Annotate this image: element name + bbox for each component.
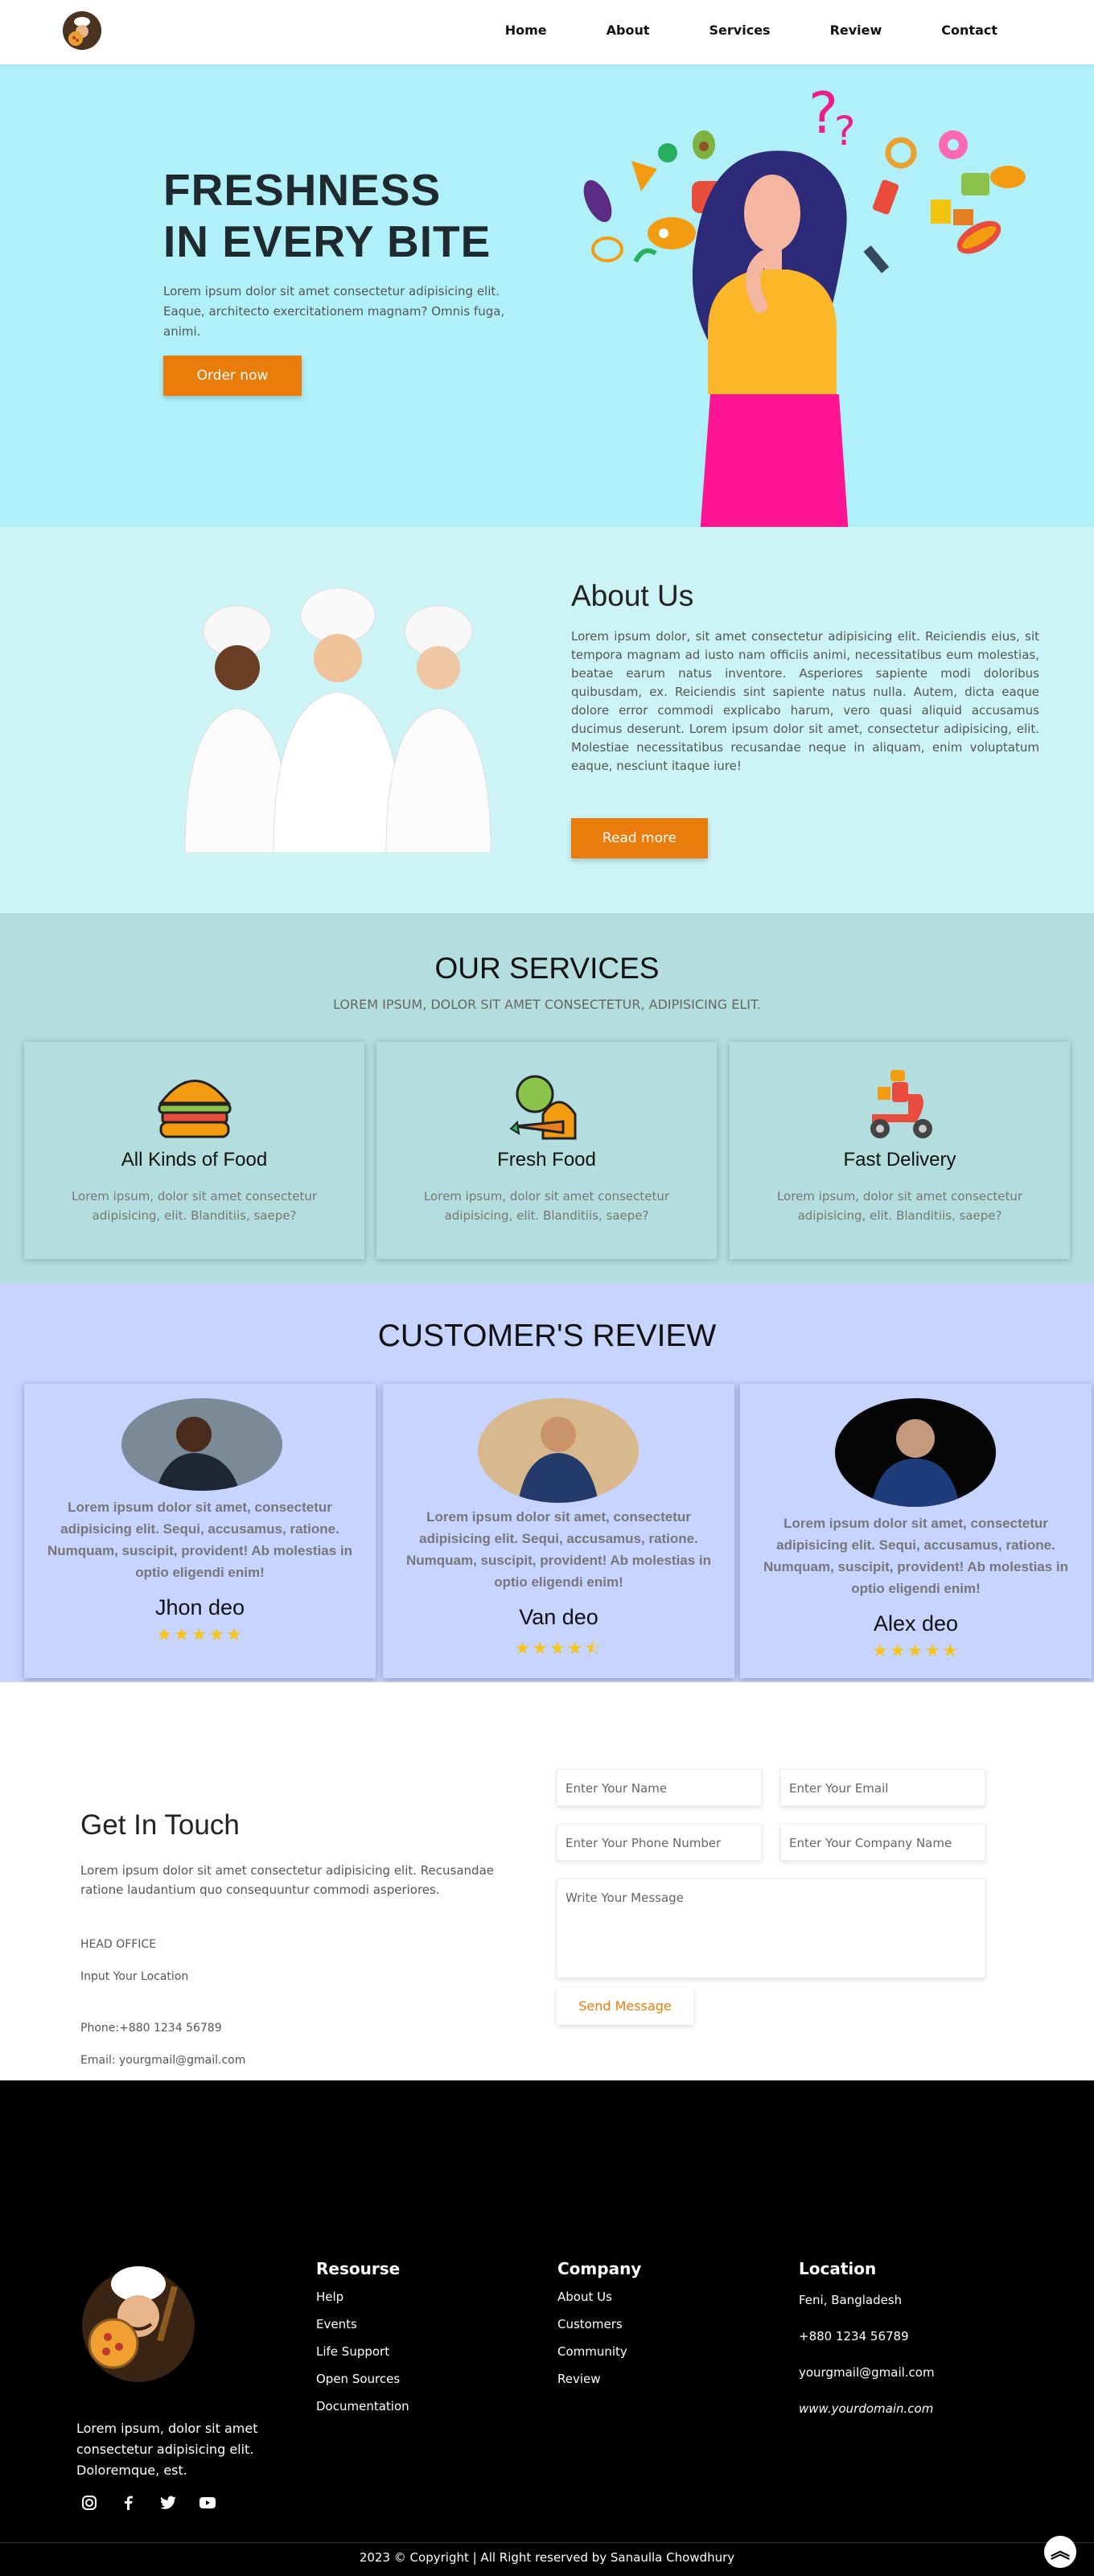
burger-icon — [158, 1080, 232, 1138]
service-text: Lorem ipsum, dolor sit amet consectetur … — [776, 1189, 1023, 1223]
copyright-text: 2023 © Copyright | All Right reserved by… — [359, 2550, 735, 2565]
hero-text: Lorem ipsum dolor sit amet consectetur a… — [163, 284, 505, 339]
service-card-delivery: Fast Delivery Lorem ipsum, dolor sit ame… — [730, 1042, 1070, 1259]
footer-link-community[interactable]: Community — [557, 2344, 627, 2359]
nav-services[interactable]: Services — [709, 23, 771, 38]
youtube-icon[interactable] — [198, 2493, 217, 2512]
read-more-button[interactable]: Read more — [571, 818, 708, 858]
hero-title: FRESHNESS IN EVERY BITE — [163, 164, 491, 267]
head-office-label: HEAD OFFICE — [80, 1938, 157, 1951]
footer-company-title: Company — [557, 2259, 642, 2278]
rating-stars: ★★★★★ — [872, 1641, 960, 1661]
phone-text: Phone:+880 1234 56789 — [80, 2022, 222, 2035]
footer-link-customers[interactable]: Customers — [557, 2317, 623, 2331]
footer-link-events[interactable]: Events — [316, 2317, 357, 2331]
footer-link-documentation[interactable]: Documentation — [316, 2399, 409, 2413]
services-section: OUR SERVICES LOREM IPSUM, DOLOR SIT AMET… — [0, 913, 1094, 1283]
instagram-icon[interactable] — [80, 2493, 99, 2512]
footer-email[interactable]: yourgmail@gmail.com — [799, 2365, 935, 2380]
delivery-scooter-icon — [870, 1070, 932, 1138]
review-card: Lorem ipsum dolor sit amet, consectetur … — [24, 1384, 376, 1678]
footer-phone: +880 1234 56789 — [799, 2329, 909, 2344]
footer-about-text: Lorem ipsum, dolor sit amet consectetur … — [76, 2421, 258, 2478]
reviewer-name: Alex deo — [873, 1611, 959, 1636]
contact-title: Get In Touch — [80, 1809, 240, 1841]
navbar: Home About Services Review Contact — [0, 0, 1094, 64]
message-field[interactable]: Write Your Message — [557, 1879, 985, 1978]
reviews-title: CUSTOMER'S REVIEW — [377, 1319, 717, 1353]
about-text: Lorem ipsum dolor, sit amet consectetur … — [571, 629, 1039, 773]
facebook-icon[interactable] — [119, 2493, 138, 2512]
hero-title-line1: FRESHNESS — [163, 165, 442, 215]
footer-chef-logo — [82, 2266, 195, 2382]
avatar — [121, 1398, 282, 1491]
email-text: Email: yourgmail@gmail.com — [80, 2054, 246, 2067]
nav-review[interactable]: Review — [830, 23, 882, 38]
chef-logo[interactable] — [63, 11, 101, 50]
location-text: Input Your Location — [80, 1970, 189, 1983]
about-title: About Us — [571, 579, 694, 612]
about-section: About Us Lorem ipsum dolor, sit amet con… — [0, 527, 1094, 913]
service-card-food: All Kinds of Food Lorem ipsum, dolor sit… — [24, 1042, 364, 1259]
avatar — [835, 1398, 996, 1507]
phone-field[interactable]: Enter Your Phone Number — [557, 1824, 762, 1861]
scroll-top-button[interactable]: ︽ — [1044, 2536, 1076, 2568]
company-field[interactable]: Enter Your Company Name — [780, 1824, 985, 1861]
footer-link-open-sources[interactable]: Open Sources — [316, 2372, 400, 2386]
service-title: Fresh Food — [497, 1149, 596, 1171]
services-subtitle: LOREM IPSUM, DOLOR SIT AMET CONSECTETUR,… — [333, 997, 761, 1012]
svg-text:?: ? — [834, 108, 856, 154]
review-quote: Lorem ipsum dolor sit amet, consectetur … — [763, 1516, 1069, 1596]
services-title: OUR SERVICES — [434, 952, 660, 985]
vegetables-icon — [509, 1075, 577, 1140]
hero-illustration: ? ? — [583, 80, 1026, 527]
contact-section: Get In Touch Lorem ipsum dolor sit amet … — [0, 1682, 1094, 2080]
email-field[interactable]: Enter Your Email — [780, 1769, 985, 1806]
contact-text: Lorem ipsum dolor sit amet consectetur a… — [80, 1863, 494, 1897]
footer-location-title: Location — [799, 2259, 877, 2278]
service-card-fresh: Fresh Food Lorem ipsum, dolor sit amet c… — [376, 1042, 717, 1259]
footer: Lorem ipsum, dolor sit amet consectetur … — [0, 2080, 1094, 2576]
footer-link-help[interactable]: Help — [316, 2290, 343, 2304]
footer-address: Feni, Bangladesh — [799, 2293, 903, 2307]
review-quote: Lorem ipsum dolor sit amet, consectetur … — [405, 1509, 712, 1590]
footer-website[interactable]: www.yourdomain.com — [799, 2401, 933, 2416]
service-text: Lorem ipsum, dolor sit amet consectetur … — [423, 1189, 670, 1223]
double-chevron-up-icon: ︽ — [1051, 2540, 1070, 2562]
nav-home[interactable]: Home — [505, 23, 547, 38]
reviewer-name: Jhon deo — [154, 1595, 245, 1619]
reviews-section: CUSTOMER'S REVIEW Lorem ipsum dolor sit … — [0, 1283, 1094, 1682]
send-message-button[interactable]: Send Message — [557, 1988, 693, 2025]
name-field[interactable]: Enter Your Name — [557, 1769, 762, 1806]
nav-menu: Home About Services Review Contact — [505, 23, 997, 38]
twitter-icon[interactable] — [158, 2493, 178, 2512]
reviewer-name: Van deo — [519, 1605, 598, 1629]
review-quote: Lorem ipsum dolor sit amet, consectetur … — [47, 1500, 353, 1580]
footer-resource-title: Resourse — [316, 2259, 401, 2278]
footer-divider — [0, 2542, 1094, 2543]
review-card: Lorem ipsum dolor sit amet, consectetur … — [740, 1384, 1092, 1678]
footer-link-review[interactable]: Review — [557, 2372, 601, 2386]
footer-link-life-support[interactable]: Life Support — [316, 2344, 389, 2359]
review-card: Lorem ipsum dolor sit amet, consectetur … — [383, 1384, 734, 1678]
nav-about[interactable]: About — [607, 23, 650, 38]
rating-stars: ★★★★⯪ — [514, 1639, 603, 1659]
order-now-button[interactable]: Order now — [163, 356, 302, 396]
service-title: All Kinds of Food — [121, 1149, 268, 1171]
nav-contact[interactable]: Contact — [941, 23, 997, 38]
hero-title-line2: IN EVERY BITE — [163, 216, 491, 266]
footer-link-about-us[interactable]: About Us — [557, 2290, 612, 2304]
service-text: Lorem ipsum, dolor sit amet consectetur … — [71, 1189, 318, 1223]
avatar — [478, 1398, 639, 1503]
chefs-photo — [184, 587, 491, 853]
rating-stars: ★★★★★ — [156, 1625, 244, 1645]
service-title: Fast Delivery — [843, 1149, 956, 1171]
hero-section: FRESHNESS IN EVERY BITE Lorem ipsum dolo… — [0, 64, 1094, 527]
